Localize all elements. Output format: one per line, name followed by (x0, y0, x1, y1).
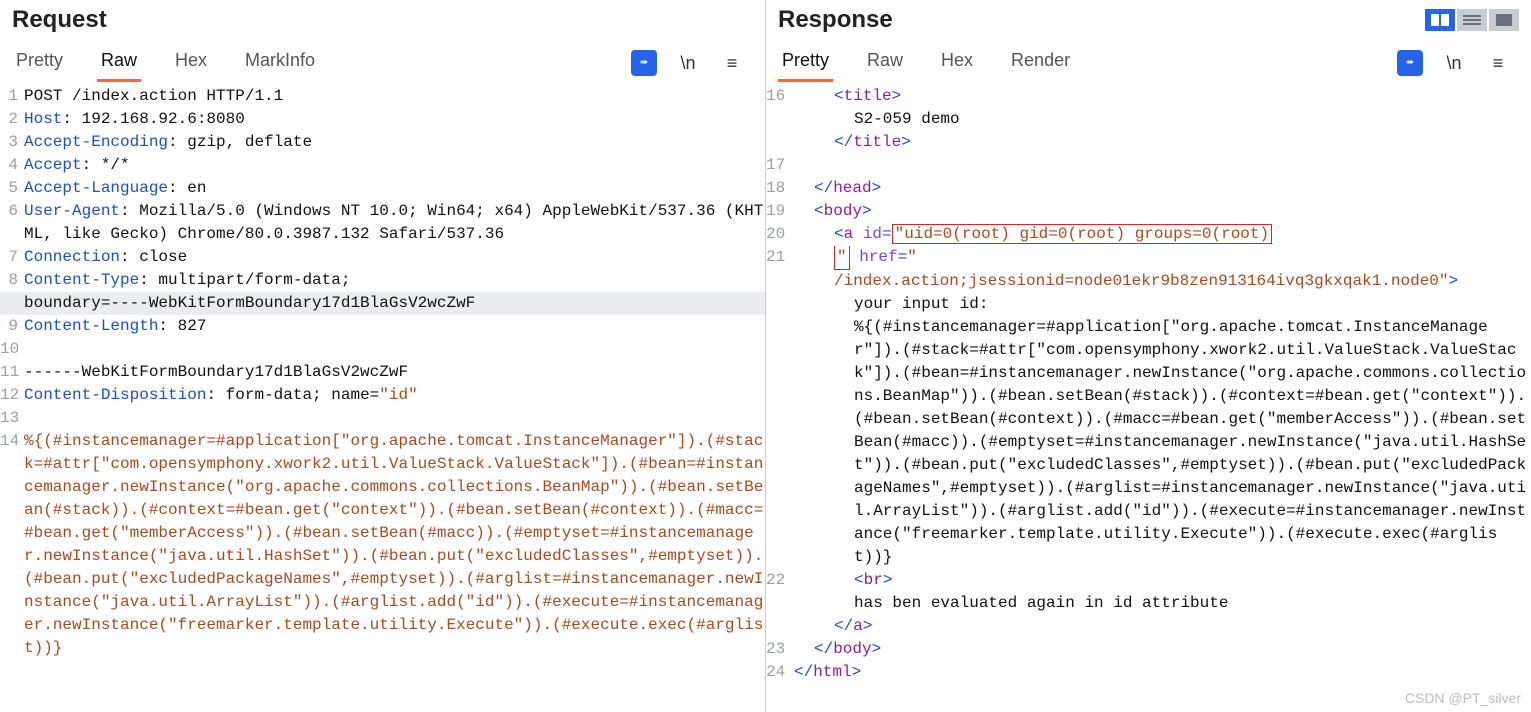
actions-icon-resp[interactable]: ➠ (1397, 50, 1423, 76)
boundary-line: boundary=----WebKitFormBoundary17d1BlaGs… (22, 292, 765, 315)
response-payload: %{(#instancemanager=#application["org.ap… (788, 316, 1531, 569)
tab-pretty[interactable]: Pretty (12, 44, 67, 82)
menu-icon[interactable]: ≡ (719, 50, 745, 76)
actions-icon[interactable]: ➠ (631, 50, 657, 76)
tab-raw[interactable]: Raw (97, 44, 141, 82)
tab-render-resp[interactable]: Render (1007, 44, 1074, 82)
request-payload: %{(#instancemanager=#application["org.ap… (22, 430, 765, 660)
rce-output-highlight: "uid=0(root) gid=0(root) groups=0(root) (892, 224, 1272, 244)
tab-hex[interactable]: Hex (171, 44, 211, 82)
response-tabs: Pretty Raw Hex Render ➠ \n ≡ (766, 34, 1531, 83)
menu-icon-resp[interactable]: ≡ (1485, 50, 1511, 76)
watermark: CSDN @PT_silver (1405, 690, 1521, 706)
tab-markinfo[interactable]: MarkInfo (241, 44, 319, 82)
tab-pretty-resp[interactable]: Pretty (778, 44, 833, 82)
view-mode-buttons (1425, 9, 1519, 31)
request-panel: Request Pretty Raw Hex MarkInfo ➠ \n ≡ 1… (0, 0, 766, 712)
view-stack-icon[interactable] (1457, 9, 1487, 31)
response-panel: Response Pretty Raw Hex Render ➠ \n ≡ 16… (766, 0, 1531, 712)
request-editor[interactable]: 1POST /index.action HTTP/1.1 2Host: 192.… (0, 83, 765, 712)
view-single-icon[interactable] (1489, 9, 1519, 31)
request-line: POST /index.action HTTP/1.1 (22, 85, 765, 108)
request-title: Request (12, 6, 107, 34)
response-viewer[interactable]: 16<title> S2-059 demo </title> 17 18</he… (766, 83, 1531, 712)
response-title: Response (778, 6, 893, 34)
view-split-icon[interactable] (1425, 9, 1455, 31)
tab-raw-resp[interactable]: Raw (863, 44, 907, 82)
wrap-icon[interactable]: \n (675, 50, 701, 76)
tab-hex-resp[interactable]: Hex (937, 44, 977, 82)
request-tabs: Pretty Raw Hex MarkInfo ➠ \n ≡ (0, 34, 765, 83)
wrap-icon-resp[interactable]: \n (1441, 50, 1467, 76)
